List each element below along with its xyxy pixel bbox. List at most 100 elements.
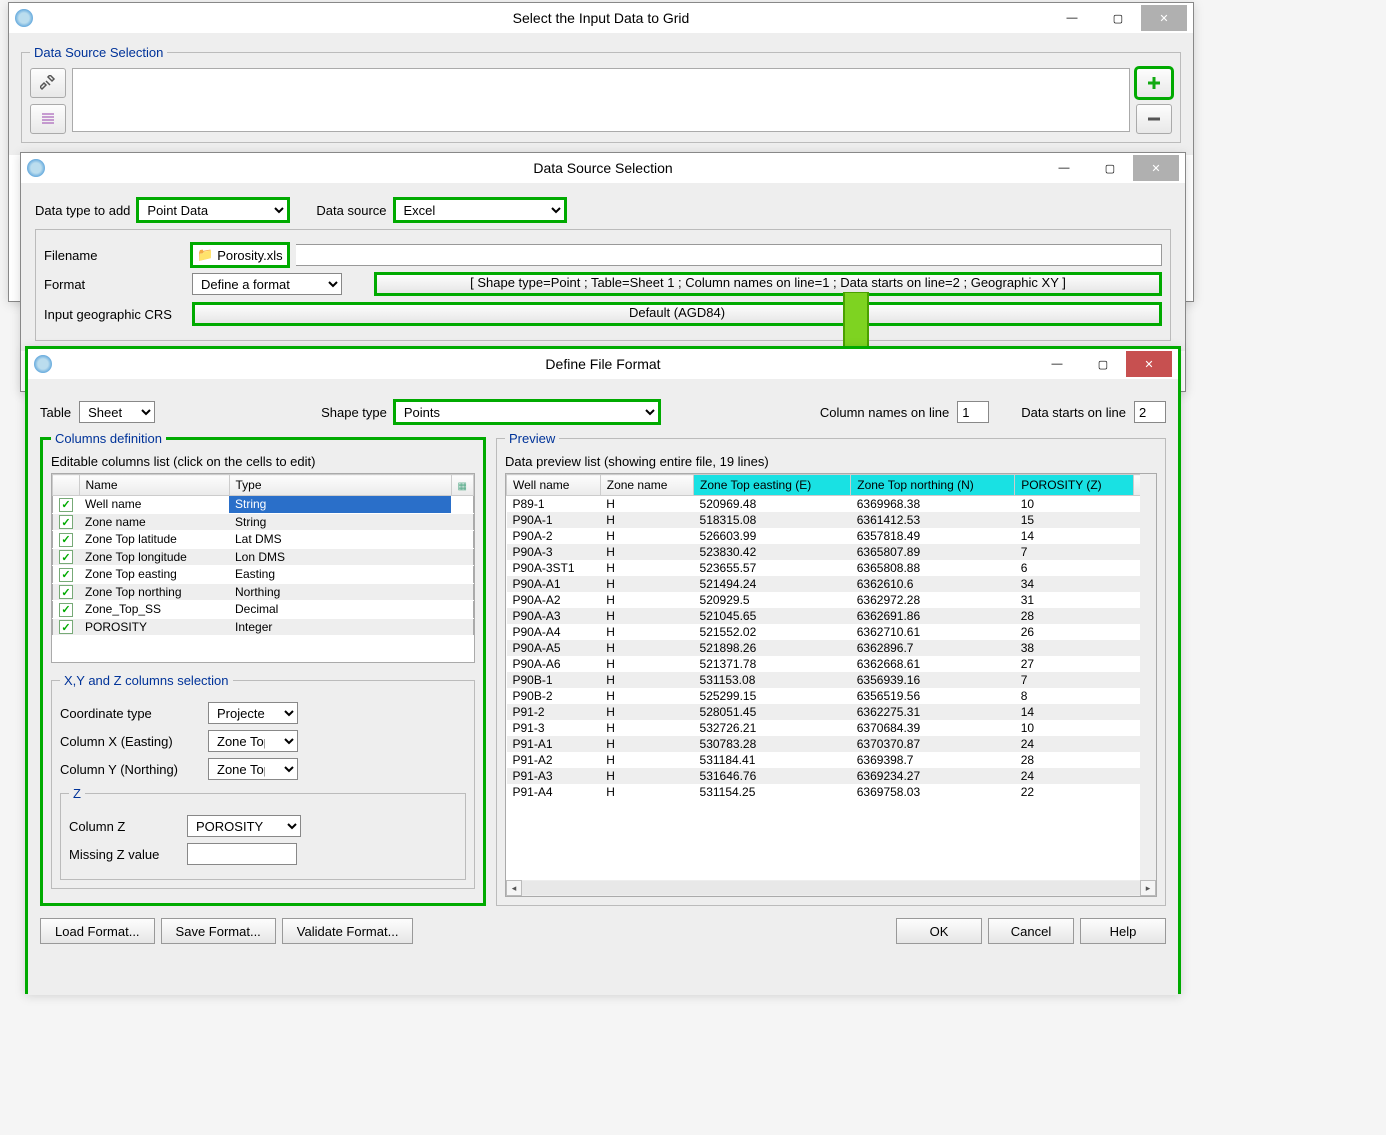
table-row[interactable]: P90A-1H518315.086361412.5315 bbox=[507, 512, 1156, 528]
minimize-button[interactable]: — bbox=[1041, 155, 1087, 181]
checkbox-icon[interactable] bbox=[59, 603, 73, 617]
horizontal-scrollbar[interactable]: ◂ ▸ bbox=[506, 880, 1156, 896]
filename-display[interactable]: 📁 Porosity.xls bbox=[192, 244, 288, 266]
col-type[interactable]: String bbox=[229, 513, 451, 531]
table-row[interactable]: P90A-3H523830.426365807.897 bbox=[507, 544, 1156, 560]
table-row[interactable]: P90A-A4H521552.026362710.6126 bbox=[507, 624, 1156, 640]
minimize-button[interactable]: — bbox=[1049, 5, 1095, 31]
col-type[interactable]: Easting bbox=[229, 566, 451, 584]
table-row[interactable]: P90B-2H525299.156356519.568 bbox=[507, 688, 1156, 704]
vertical-scrollbar[interactable] bbox=[1140, 474, 1156, 880]
checkbox-icon[interactable] bbox=[59, 585, 73, 599]
table-row[interactable]: P91-3H532726.216370684.3910 bbox=[507, 720, 1156, 736]
table-row[interactable]: P89-1H520969.486369968.3810 bbox=[507, 496, 1156, 513]
checkbox-icon[interactable] bbox=[59, 550, 73, 564]
preview-header[interactable]: Zone Top easting (E) bbox=[694, 475, 851, 496]
tools-button[interactable] bbox=[30, 68, 66, 98]
columns-table[interactable]: Name Type ▦ Well nameStringZone nameStri… bbox=[52, 474, 474, 636]
colnames-input[interactable] bbox=[957, 401, 989, 423]
remove-button[interactable] bbox=[1136, 104, 1172, 134]
col-type[interactable]: Decimal bbox=[229, 601, 451, 619]
table-row[interactable]: P90A-3ST1H523655.576365808.886 bbox=[507, 560, 1156, 576]
shape-type-select[interactable]: Points bbox=[395, 401, 659, 423]
table-row[interactable]: P90A-A5H521898.266362896.738 bbox=[507, 640, 1156, 656]
table-row[interactable]: POROSITYInteger bbox=[53, 618, 474, 636]
missz-input[interactable] bbox=[187, 843, 297, 865]
col-type[interactable]: String bbox=[229, 496, 451, 514]
add-button[interactable] bbox=[1136, 68, 1172, 98]
checkbox-icon[interactable] bbox=[59, 498, 73, 512]
close-button[interactable]: ✕ bbox=[1133, 155, 1179, 181]
col-type[interactable]: Lon DMS bbox=[229, 548, 451, 566]
load-format-button[interactable]: Load Format... bbox=[40, 918, 155, 944]
save-format-button[interactable]: Save Format... bbox=[161, 918, 276, 944]
table-select[interactable]: Sheet 1 bbox=[79, 401, 155, 423]
table-row[interactable]: P91-A3H531646.766369234.2724 bbox=[507, 768, 1156, 784]
col-name[interactable]: Zone Top latitude bbox=[79, 531, 229, 549]
colx-select[interactable]: Zone Top ea bbox=[208, 730, 298, 752]
table-row[interactable]: P91-2H528051.456362275.3114 bbox=[507, 704, 1156, 720]
close-button[interactable]: ✕ bbox=[1141, 5, 1187, 31]
ok-button[interactable]: OK bbox=[896, 918, 982, 944]
close-button[interactable]: ✕ bbox=[1126, 351, 1172, 377]
col-name[interactable]: Well name bbox=[79, 496, 229, 514]
checkbox-icon[interactable] bbox=[59, 568, 73, 582]
config-icon[interactable]: ▦ bbox=[458, 481, 467, 492]
col-type[interactable]: Integer bbox=[229, 618, 451, 636]
table-row[interactable]: P90A-A2H520929.56362972.2831 bbox=[507, 592, 1156, 608]
col-name[interactable]: Zone name bbox=[79, 513, 229, 531]
crs-button[interactable]: Default (AGD84) bbox=[192, 302, 1162, 326]
maximize-button[interactable]: ▢ bbox=[1095, 5, 1141, 31]
table-row[interactable]: Zone_Top_SSDecimal bbox=[53, 601, 474, 619]
maximize-button[interactable]: ▢ bbox=[1080, 351, 1126, 377]
table-row[interactable]: Zone Top eastingEasting bbox=[53, 566, 474, 584]
checkbox-icon[interactable] bbox=[59, 533, 73, 547]
table-row[interactable]: Zone nameString bbox=[53, 513, 474, 531]
col-name[interactable]: POROSITY bbox=[79, 618, 229, 636]
data-source-select[interactable]: Excel bbox=[395, 199, 565, 221]
help-button[interactable]: Help bbox=[1080, 918, 1166, 944]
col-name[interactable]: Zone Top easting bbox=[79, 566, 229, 584]
table-row[interactable]: P90A-A6H521371.786362668.6127 bbox=[507, 656, 1156, 672]
format-summary-button[interactable]: [ Shape type=Point ; Table=Sheet 1 ; Col… bbox=[374, 272, 1162, 296]
table-row[interactable]: P90A-2H526603.996357818.4914 bbox=[507, 528, 1156, 544]
col-name[interactable]: Zone Top longitude bbox=[79, 548, 229, 566]
coord-type-select[interactable]: Projected bbox=[208, 702, 298, 724]
table-row[interactable]: P90B-1H531153.086356939.167 bbox=[507, 672, 1156, 688]
data-type-select[interactable]: Point Data bbox=[138, 199, 288, 221]
list-button[interactable] bbox=[30, 104, 66, 134]
col-type[interactable]: Northing bbox=[229, 583, 451, 601]
preview-header[interactable]: Well name bbox=[507, 475, 601, 496]
colz-select[interactable]: POROSITY bbox=[187, 815, 301, 837]
table-row[interactable]: P91-A4H531154.256369758.0322 bbox=[507, 784, 1156, 800]
col-type[interactable]: Lat DMS bbox=[229, 531, 451, 549]
preview-header[interactable]: Zone name bbox=[600, 475, 693, 496]
table-row[interactable]: P91-A2H531184.416369398.728 bbox=[507, 752, 1156, 768]
preview-table[interactable]: Well nameZone nameZone Top easting (E)Zo… bbox=[506, 474, 1156, 800]
cancel-button[interactable]: Cancel bbox=[988, 918, 1074, 944]
checkbox-icon[interactable] bbox=[59, 515, 73, 529]
coly-select[interactable]: Zone Top no bbox=[208, 758, 298, 780]
preview-header[interactable]: Zone Top northing (N) bbox=[851, 475, 1015, 496]
minimize-button[interactable]: — bbox=[1034, 351, 1080, 377]
table-row[interactable]: Zone Top latitudeLat DMS bbox=[53, 531, 474, 549]
format-select[interactable]: Define a format bbox=[192, 273, 342, 295]
table-row[interactable]: Zone Top northingNorthing bbox=[53, 583, 474, 601]
datastart-input[interactable] bbox=[1134, 401, 1166, 423]
validate-format-button[interactable]: Validate Format... bbox=[282, 918, 414, 944]
checkbox-icon[interactable] bbox=[59, 620, 73, 634]
table-row[interactable]: P90A-A1H521494.246362610.634 bbox=[507, 576, 1156, 592]
filename-path-field[interactable] bbox=[296, 244, 1162, 266]
window-define-file-format[interactable]: Define File Format — ▢ ✕ Table Sheet 1 S… bbox=[25, 346, 1181, 994]
data-source-list[interactable] bbox=[72, 68, 1130, 132]
maximize-button[interactable]: ▢ bbox=[1087, 155, 1133, 181]
table-row[interactable]: Well nameString bbox=[53, 496, 474, 514]
table-row[interactable]: P90A-A3H521045.656362691.8628 bbox=[507, 608, 1156, 624]
scroll-left-button[interactable]: ◂ bbox=[506, 880, 522, 896]
scroll-right-button[interactable]: ▸ bbox=[1140, 880, 1156, 896]
table-row[interactable]: Zone Top longitudeLon DMS bbox=[53, 548, 474, 566]
table-row[interactable]: P91-A1H530783.286370370.8724 bbox=[507, 736, 1156, 752]
col-name[interactable]: Zone Top northing bbox=[79, 583, 229, 601]
col-name[interactable]: Zone_Top_SS bbox=[79, 601, 229, 619]
preview-header[interactable]: POROSITY (Z) bbox=[1015, 475, 1133, 496]
